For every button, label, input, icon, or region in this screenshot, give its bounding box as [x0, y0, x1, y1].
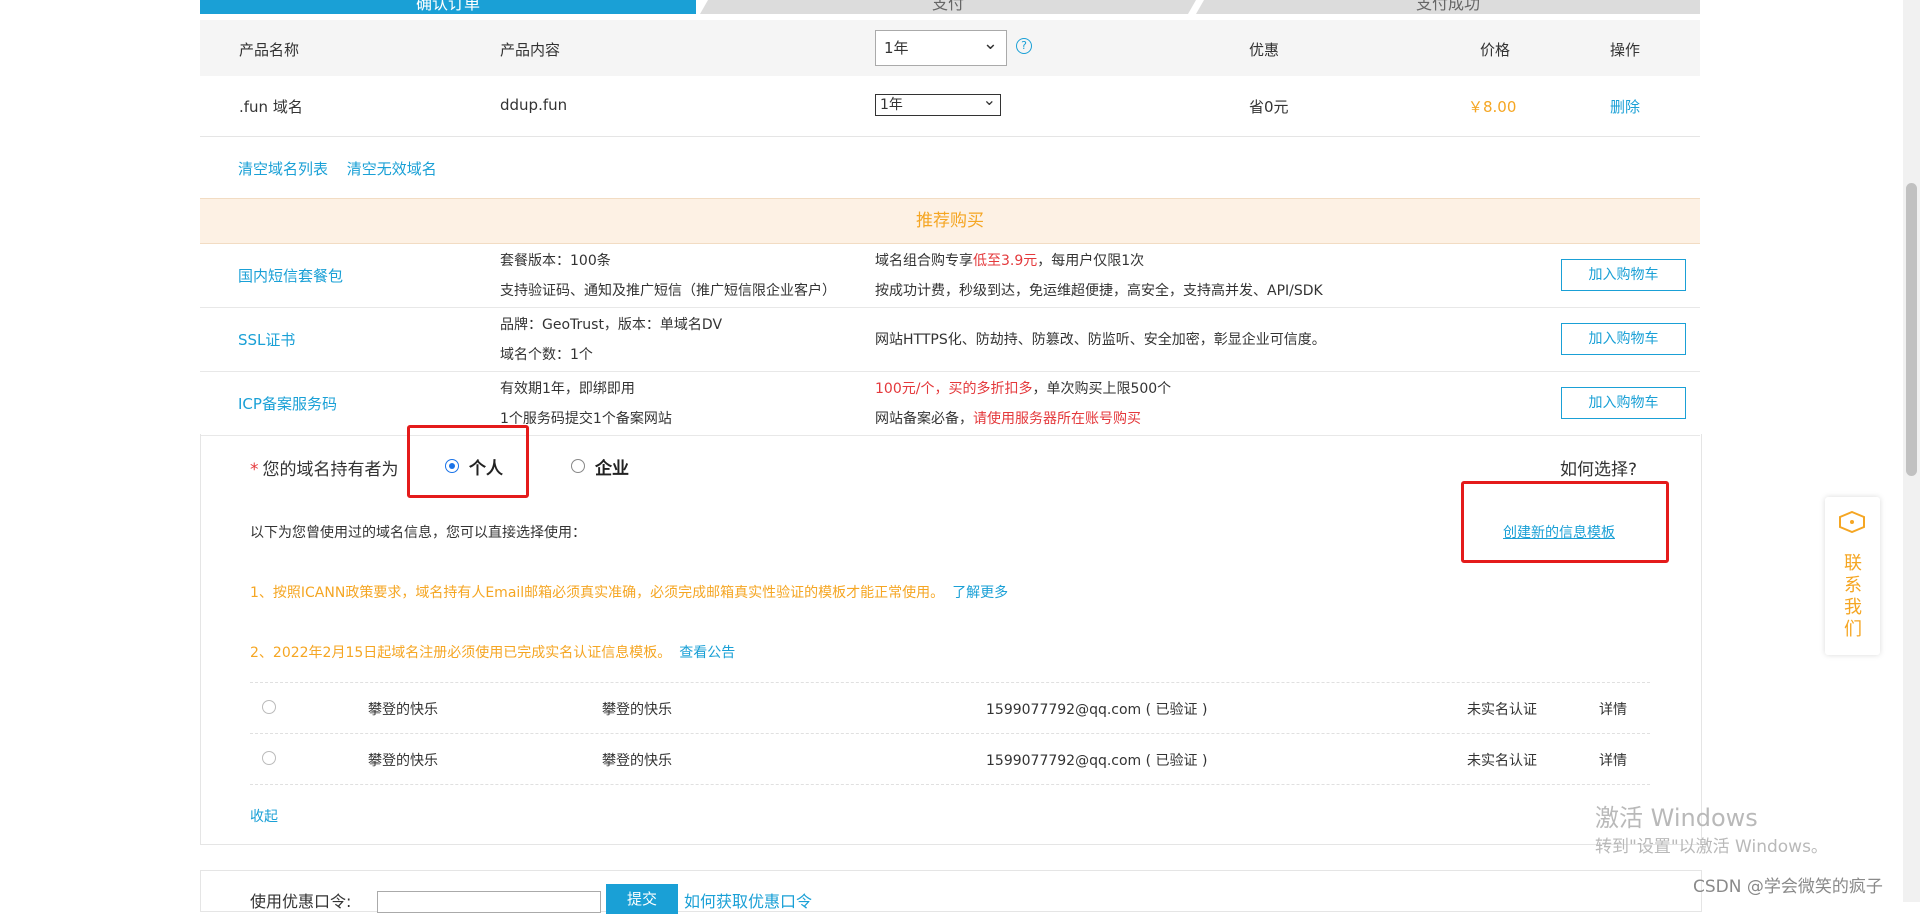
- product-table-header: 产品名称 产品内容 1年 ? 优惠 价格 操作: [200, 20, 1700, 76]
- template-row[interactable]: 攀登的快乐 攀登的快乐 1599077792@qq.com ( 已验证 ) 未实…: [250, 733, 1650, 784]
- product-name: .fun 域名: [239, 98, 303, 116]
- coupon-label: 使用优惠口令:: [250, 892, 352, 911]
- coupon-input[interactable]: [377, 891, 601, 913]
- question-icon[interactable]: ?: [1016, 38, 1032, 54]
- recommend-item-sms: 国内短信套餐包 套餐版本：100条 支持验证码、通知及推广短信（推广短信限企业客…: [200, 244, 1700, 308]
- info-text: 以下为您曾使用过的域名信息，您可以直接选择使用：: [250, 525, 586, 541]
- header-price: 价格: [1480, 41, 1511, 59]
- clear-domain-list-link[interactable]: 清空域名列表: [238, 160, 328, 178]
- product-price: ￥8.00: [1468, 98, 1517, 116]
- radio-company[interactable]: [571, 459, 585, 473]
- how-to-choose[interactable]: 如何选择?: [1560, 455, 1637, 480]
- product-content: ddup.fun: [500, 96, 568, 114]
- divider: [250, 784, 1650, 785]
- template-name: 攀登的快乐: [368, 753, 438, 769]
- template-name: 攀登的快乐: [368, 702, 438, 718]
- recommend-spec: 品牌：GeoTrust，版本：单域名DV: [500, 317, 723, 333]
- header-product-content: 产品内容: [500, 41, 561, 59]
- contact-icon: [1839, 511, 1865, 533]
- recommend-spec: 有效期1年，即绑即用: [500, 381, 635, 397]
- coupon-help-link[interactable]: 如何获取优惠口令: [684, 888, 812, 912]
- template-detail-link[interactable]: 详情: [1599, 699, 1627, 719]
- order-steps: 确认订单 支付 支付成功: [200, 0, 1700, 14]
- recommend-desc: 域名组合购专享低至3.9元，每用户仅限1次: [875, 253, 1145, 269]
- template-org: 攀登的快乐: [602, 702, 672, 718]
- template-status: 未实名认证: [1467, 753, 1537, 769]
- template-radio[interactable]: [262, 751, 276, 765]
- recommend-spec: 支持验证码、通知及推广短信（推广短信限企业客户）: [500, 283, 836, 299]
- windows-activation-title: 激活 Windows: [1595, 804, 1758, 832]
- add-to-cart-button[interactable]: 加入购物车: [1561, 259, 1686, 291]
- product-row: .fun 域名 ddup.fun 1年 省0元 ￥8.00 删除: [200, 76, 1700, 137]
- csdn-watermark: CSDN @学会微笑的疯子: [1693, 877, 1883, 897]
- template-row[interactable]: 攀登的快乐 攀登的快乐 1599077792@qq.com ( 已验证 ) 未实…: [250, 682, 1650, 733]
- holder-label: * 您的域名持有者为: [250, 460, 399, 480]
- windows-activation-hint: 转到"设置"以激活 Windows。: [1595, 837, 1828, 857]
- recommend-desc: 网站HTTPS化、防劫持、防篡改、防监听、安全加密，彰显企业可信度。: [875, 332, 1326, 348]
- recommend-name[interactable]: 国内短信套餐包: [238, 265, 343, 286]
- step-payment: 支付: [700, 0, 1196, 14]
- coupon-submit-button[interactable]: 提交: [606, 884, 678, 914]
- scrollbar-thumb[interactable]: [1906, 183, 1917, 476]
- header-discount: 优惠: [1249, 41, 1280, 59]
- recommend-spec: 域名个数：1个: [500, 347, 593, 363]
- contact-us-widget[interactable]: 联 系 我 们: [1825, 497, 1880, 655]
- recommend-item-ssl: SSL证书 品牌：GeoTrust，版本：单域名DV 域名个数：1个 网站HTT…: [200, 308, 1700, 372]
- template-radio[interactable]: [262, 700, 276, 714]
- recommend-title: 推荐购买: [200, 198, 1700, 244]
- period-select[interactable]: 1年: [875, 90, 1001, 116]
- collapse-link[interactable]: 收起: [250, 806, 278, 826]
- recommend-name[interactable]: ICP备案服务码: [238, 393, 337, 414]
- template-email: 1599077792@qq.com ( 已验证 ): [986, 702, 1208, 718]
- template-org: 攀登的快乐: [602, 753, 672, 769]
- delete-link[interactable]: 删除: [1610, 96, 1640, 117]
- template-status: 未实名认证: [1467, 702, 1537, 718]
- learn-more-link[interactable]: 了解更多: [952, 585, 1008, 601]
- recommend-desc: 按成功计费，秒级到达，免运维超便捷，高安全，支持高并发、API/SDK: [875, 283, 1323, 299]
- contact-us-label: 联 系 我 们: [1844, 553, 1862, 640]
- step-confirm-order: 确认订单: [200, 0, 696, 14]
- clear-invalid-domains-link[interactable]: 清空无效域名: [347, 160, 437, 178]
- recommend-desc: 100元/个，买的多折扣多，单次购买上限500个: [875, 381, 1172, 397]
- clear-links: 清空域名列表 清空无效域名: [238, 158, 451, 179]
- highlight-box: [1461, 481, 1669, 563]
- radio-company-label[interactable]: 企业: [595, 454, 629, 479]
- header-action: 操作: [1610, 41, 1641, 59]
- recommend-spec: 套餐版本：100条: [500, 253, 611, 269]
- page-scrollbar[interactable]: [1903, 0, 1920, 902]
- add-to-cart-button[interactable]: 加入购物车: [1561, 323, 1686, 355]
- notice-icann: 1、按照ICANN政策要求，域名持有人Email邮箱必须真实准确，必须完成邮箱真…: [250, 585, 1009, 601]
- template-email: 1599077792@qq.com ( 已验证 ): [986, 753, 1208, 769]
- view-announcement-link[interactable]: 查看公告: [679, 645, 735, 661]
- period-select-all[interactable]: 1年: [875, 27, 1007, 66]
- step-payment-success: 支付成功: [1196, 0, 1700, 14]
- product-discount: 省0元: [1249, 98, 1289, 116]
- recommend-desc: 网站备案必备，请使用服务器所在账号购买: [875, 411, 1141, 427]
- notice-realname: 2、2022年2月15日起域名注册必须使用已完成实名认证信息模板。 查看公告: [250, 645, 736, 661]
- template-detail-link[interactable]: 详情: [1599, 750, 1627, 770]
- add-to-cart-button[interactable]: 加入购物车: [1561, 387, 1686, 419]
- highlight-box: [407, 425, 529, 498]
- recommend-name[interactable]: SSL证书: [238, 329, 295, 350]
- header-product-name: 产品名称: [239, 41, 300, 59]
